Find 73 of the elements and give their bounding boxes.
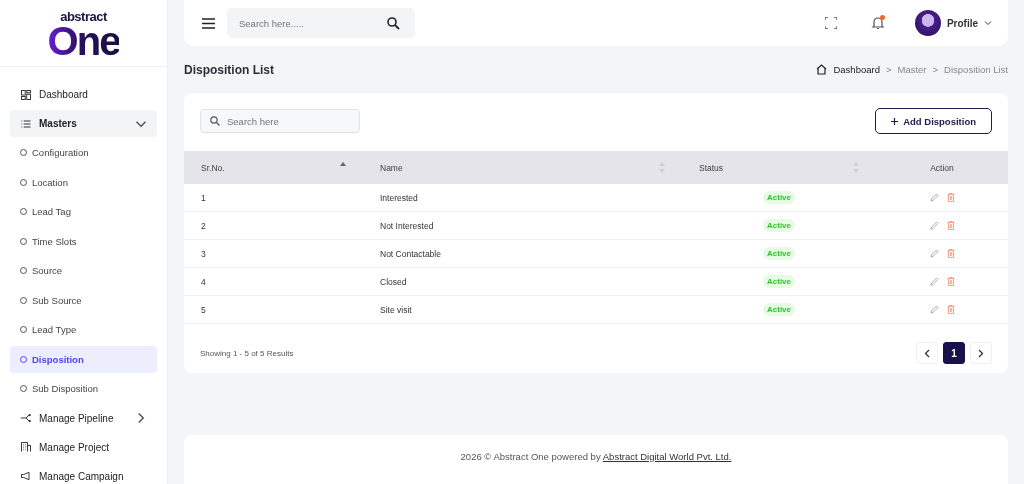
search-icon <box>210 116 220 127</box>
column-header: Action <box>930 162 954 173</box>
table-cell: Interested <box>380 192 418 203</box>
table-cell: Site visit <box>380 304 412 315</box>
page-title: Disposition List <box>184 62 275 77</box>
sidebar-subitem[interactable]: Sub Disposition <box>10 375 157 403</box>
chevron-right-icon <box>978 348 984 358</box>
sidebar-subitem[interactable]: Configuration <box>10 139 157 167</box>
status-badge: Active <box>763 247 795 261</box>
sidebar-subitem[interactable]: Source <box>10 257 157 285</box>
sidebar-subitem[interactable]: Disposition <box>10 345 157 373</box>
pencil-icon[interactable] <box>929 277 939 287</box>
results-summary: Showing 1 - 5 of 5 Results <box>200 348 294 358</box>
sidebar-item[interactable]: Dashboard <box>10 81 157 108</box>
trash-icon[interactable] <box>946 277 955 287</box>
trash-icon[interactable] <box>946 305 955 315</box>
pencil-icon[interactable] <box>929 221 939 231</box>
trash-icon[interactable] <box>946 193 955 203</box>
search-icon <box>387 17 400 31</box>
table-cell: 2 <box>201 220 206 231</box>
table-cell: 1 <box>201 192 206 203</box>
sidebar-item[interactable]: Manage Campaign <box>10 462 157 484</box>
search-field[interactable]: Search here..... <box>227 8 415 39</box>
trash-icon[interactable] <box>946 221 955 231</box>
search-field[interactable]: Search here <box>200 109 360 134</box>
megaphone-icon <box>20 470 32 482</box>
status-badge: Active <box>763 303 795 317</box>
page-button[interactable]: 1 <box>943 342 965 365</box>
previous-page-button[interactable] <box>916 342 938 365</box>
branch-icon <box>20 412 32 424</box>
breadcrumb-separator: > <box>932 64 939 76</box>
footer-text: 2026 © Abstract One powered by Abstract Digital World Pvt. Ltd. <box>460 450 732 464</box>
sidebar-subitem[interactable]: Lead Tag <box>10 198 157 226</box>
pencil-icon[interactable] <box>929 305 939 315</box>
profile-menu[interactable]: Profile <box>914 10 992 37</box>
chevron-left-icon <box>924 348 930 358</box>
table-cell: Not Contactable <box>380 248 441 259</box>
sidebar-subitem[interactable]: Time Slots <box>10 227 157 255</box>
plus-icon <box>891 117 899 125</box>
sidebar-subitem[interactable]: Location <box>10 168 157 196</box>
status-badge: Active <box>763 275 795 289</box>
grid-icon <box>20 88 32 101</box>
status-badge: Active <box>763 219 795 233</box>
sidebar-item[interactable]: Manage Project <box>10 433 157 461</box>
fullscreen-icon[interactable] <box>824 17 837 30</box>
pencil-icon[interactable] <box>929 249 939 259</box>
breadcrumb-separator: > <box>885 64 892 76</box>
sidebar-item[interactable]: Manage Pipeline <box>10 404 157 432</box>
home-icon <box>816 64 828 76</box>
menu-icon[interactable] <box>202 17 215 29</box>
table-cell: Closed <box>380 276 407 287</box>
chevron-down-icon <box>984 20 992 27</box>
breadcrumb-link[interactable]: Dashboard <box>833 64 880 76</box>
column-header[interactable]: Status <box>699 162 724 173</box>
column-header[interactable]: Name <box>380 162 403 173</box>
bell-icon[interactable] <box>870 16 885 31</box>
footer-link[interactable]: Abstract Digital World Pvt. Ltd. <box>602 450 732 462</box>
sidebar-subitem[interactable]: Sub Source <box>10 286 157 314</box>
trash-icon[interactable] <box>946 249 955 259</box>
table-cell: 4 <box>201 276 206 287</box>
next-page-button[interactable] <box>970 342 992 365</box>
status-badge: Active <box>763 191 795 205</box>
logo: abstract One <box>0 0 167 67</box>
breadcrumb-link[interactable]: Master <box>897 64 927 76</box>
sidebar-subitem[interactable]: Lead Type <box>10 316 157 344</box>
table-cell: Not Interested <box>380 220 434 231</box>
add-disposition-button[interactable]: Add Disposition <box>875 108 992 135</box>
column-header[interactable]: Sr.No. <box>201 162 225 173</box>
table-cell: 3 <box>201 248 206 259</box>
building-icon <box>20 441 32 453</box>
table-cell: 5 <box>201 304 206 315</box>
sidebar-item[interactable]: Masters <box>10 110 157 137</box>
pencil-icon[interactable] <box>929 193 939 203</box>
